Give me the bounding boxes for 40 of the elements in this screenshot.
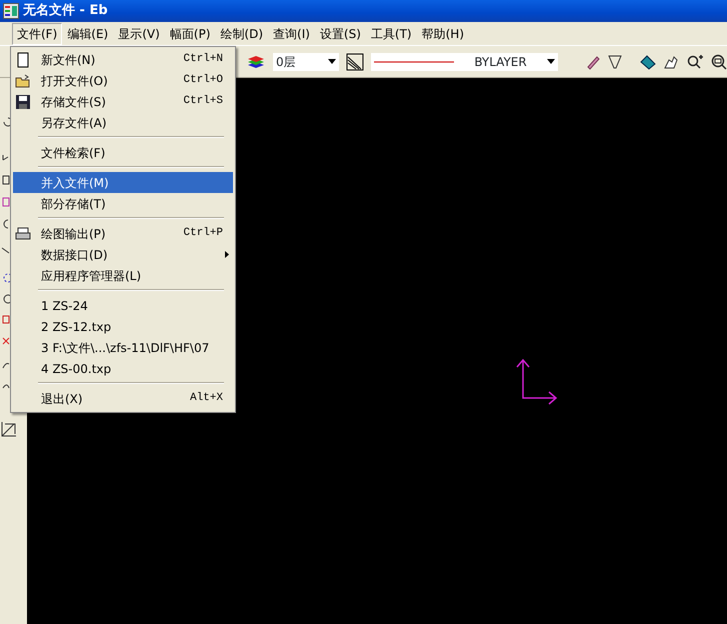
menu-item[interactable]: 1 ZS-24 [13, 295, 233, 316]
menu-item[interactable]: 新文件(N) Ctrl+N [13, 49, 233, 70]
menu-item[interactable]: 部分存储(T) [13, 193, 233, 214]
menu-item[interactable]: 文件检索(F) [13, 142, 233, 163]
eraser-icon[interactable] [585, 54, 602, 70]
menu-item[interactable]: 数据接口(D) [13, 244, 233, 265]
layers-icon[interactable] [246, 54, 266, 70]
menu-item[interactable]: 3 F:\文件\...\zfs-11\DlF\HF\07 [13, 337, 233, 358]
menu-item[interactable]: 绘制(D) [215, 22, 268, 44]
linetype-dropdown[interactable]: BYLAYER [370, 52, 560, 72]
save-icon [15, 94, 31, 110]
menu-item[interactable]: 文件(F) [12, 22, 62, 44]
menu-item[interactable]: 退出(X) Alt+X [13, 388, 233, 409]
menu-item[interactable]: 设置(S) [314, 22, 366, 44]
zoom-window-icon[interactable] [711, 54, 727, 70]
menu-item[interactable]: 帮助(H) [416, 22, 469, 44]
open-folder-icon [15, 72, 31, 88]
menu-item[interactable]: 查询(I) [268, 22, 315, 44]
menu-item[interactable]: 绘图输出(P) Ctrl+P [13, 223, 233, 244]
menu-item[interactable]: 存储文件(S) Ctrl+S [13, 91, 233, 112]
window-title: 无名文件 - Eb [23, 2, 108, 20]
new-file-icon [15, 52, 31, 68]
caret-icon [328, 59, 336, 64]
linetype-icon[interactable] [346, 52, 364, 70]
filter-icon[interactable] [607, 54, 624, 70]
menu-item[interactable]: 显示(V) [113, 22, 165, 44]
menu-item[interactable]: 幅面(P) [164, 22, 216, 44]
layer-dropdown[interactable]: 0层 [272, 52, 340, 72]
menu-item[interactable]: 另存文件(A) [13, 112, 233, 133]
app-icon [3, 3, 19, 19]
menu-item[interactable]: 应用程序管理器(L) [13, 265, 233, 286]
menu-item[interactable]: 4 ZS-00.txp [13, 358, 233, 379]
menu-item[interactable]: 编辑(E) [62, 22, 114, 44]
caret-icon [547, 59, 556, 64]
printer-icon [15, 226, 31, 242]
zoom-icon[interactable] [687, 54, 706, 70]
menu-item[interactable]: 2 ZS-12.txp [13, 316, 233, 337]
menu-item[interactable]: 工具(T) [366, 22, 417, 44]
menu-item[interactable]: 并入文件(M) [13, 172, 233, 193]
menu-item[interactable]: 打开文件(O) Ctrl+O [13, 70, 233, 91]
